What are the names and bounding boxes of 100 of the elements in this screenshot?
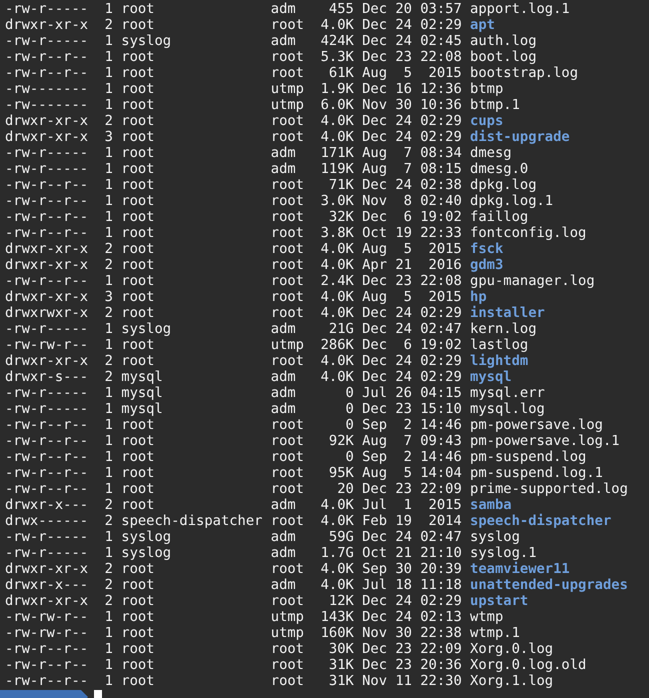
link-count-text: 1 bbox=[104, 625, 113, 641]
permissions-text: -rw-r--r-- bbox=[5, 641, 88, 657]
month-text: Oct bbox=[362, 225, 388, 241]
group-text: root bbox=[270, 17, 304, 33]
owner-text: syslog bbox=[121, 321, 172, 337]
size-text: 92K bbox=[328, 433, 354, 449]
group-text: root bbox=[270, 241, 304, 257]
file-name: syslog bbox=[470, 529, 520, 545]
link-count-text: 2 bbox=[104, 17, 113, 33]
time-text: 22:08 bbox=[420, 273, 462, 289]
size-text: 0 bbox=[344, 449, 354, 465]
owner-text: root bbox=[121, 641, 156, 657]
group-text: root bbox=[270, 113, 304, 129]
file-name: faillog bbox=[470, 209, 528, 225]
time-text: 02:29 bbox=[420, 353, 462, 369]
time-text: 22:09 bbox=[420, 481, 462, 497]
directory-name: cups bbox=[470, 113, 504, 129]
owner-text: root bbox=[121, 465, 156, 481]
group-text: adm bbox=[270, 385, 297, 401]
group-text: adm bbox=[270, 161, 297, 177]
owner-text: root bbox=[121, 625, 156, 641]
day-text: 23 bbox=[395, 401, 412, 417]
permissions-text: -rw------- bbox=[5, 81, 88, 97]
group-text: adm bbox=[270, 497, 297, 513]
size-text: 171K bbox=[320, 145, 354, 161]
size-text: 21G bbox=[328, 321, 354, 337]
day-text: 23 bbox=[395, 641, 412, 657]
month-text: Jul bbox=[362, 577, 388, 593]
month-text: Dec bbox=[362, 593, 388, 609]
group-text: root bbox=[270, 193, 304, 209]
file-name: btmp.1 bbox=[470, 97, 520, 113]
day-text: 30 bbox=[395, 625, 412, 641]
file-name: boot.log bbox=[470, 49, 536, 65]
file-name: dmesg.0 bbox=[470, 161, 528, 177]
owner-text: root bbox=[121, 289, 156, 305]
file-name: dpkg.log bbox=[470, 177, 536, 193]
owner-text: root bbox=[121, 129, 156, 145]
month-text: Oct bbox=[362, 545, 388, 561]
permissions-text: drwxr-xr-x bbox=[5, 17, 88, 33]
owner-text: root bbox=[121, 657, 156, 673]
size-text: 286K bbox=[320, 337, 354, 353]
owner-text: root bbox=[121, 81, 156, 97]
day-text: 30 bbox=[395, 97, 412, 113]
day-text: 5 bbox=[402, 465, 412, 481]
size-text: 12K bbox=[328, 593, 354, 609]
group-text: root bbox=[270, 593, 304, 609]
day-text: 7 bbox=[402, 161, 412, 177]
group-text: root bbox=[270, 129, 304, 145]
size-text: 4.0K bbox=[320, 497, 354, 513]
day-text: 23 bbox=[395, 481, 412, 497]
link-count-text: 2 bbox=[104, 241, 113, 257]
time-text: 2015 bbox=[428, 289, 462, 305]
month-text: Dec bbox=[362, 401, 388, 417]
owner-text: root bbox=[121, 241, 156, 257]
month-text: Dec bbox=[362, 321, 388, 337]
size-text: 4.0K bbox=[320, 305, 354, 321]
link-count-text: 1 bbox=[104, 81, 113, 97]
month-text: Dec bbox=[362, 529, 388, 545]
owner-text: root bbox=[121, 561, 156, 577]
file-name: bootstrap.log bbox=[470, 65, 578, 81]
day-text: 19 bbox=[395, 513, 412, 529]
group-text: adm bbox=[270, 401, 297, 417]
link-count-text: 2 bbox=[104, 305, 113, 321]
owner-text: root bbox=[121, 609, 156, 625]
file-name: dpkg.log.1 bbox=[470, 193, 554, 209]
time-text: 08:15 bbox=[420, 161, 462, 177]
permissions-text: -rw-r--r-- bbox=[5, 433, 88, 449]
time-text: 19:02 bbox=[420, 337, 462, 353]
month-text: Aug bbox=[362, 433, 388, 449]
link-count-text: 2 bbox=[104, 113, 113, 129]
directory-name: gdm3 bbox=[470, 257, 504, 273]
time-text: 08:34 bbox=[420, 145, 462, 161]
day-text: 24 bbox=[395, 321, 412, 337]
day-text: 30 bbox=[395, 561, 412, 577]
time-text: 22:33 bbox=[420, 225, 462, 241]
day-text: 24 bbox=[395, 177, 412, 193]
permissions-text: -rw-r--r-- bbox=[5, 481, 88, 497]
link-count-text: 1 bbox=[104, 177, 113, 193]
group-text: utmp bbox=[270, 97, 304, 113]
day-text: 24 bbox=[395, 529, 412, 545]
file-name: kern.log bbox=[470, 321, 536, 337]
time-text: 02:29 bbox=[420, 369, 462, 385]
size-text: 31K bbox=[328, 673, 354, 689]
file-name: Xorg.1.log bbox=[470, 673, 554, 689]
permissions-text: -rw-r--r-- bbox=[5, 177, 88, 193]
time-text: 09:43 bbox=[420, 433, 462, 449]
size-text: 2.4K bbox=[320, 273, 354, 289]
time-text: 10:36 bbox=[420, 97, 462, 113]
owner-text: root bbox=[121, 193, 156, 209]
file-name: fontconfig.log bbox=[470, 225, 586, 241]
permissions-text: drwxr-xr-x bbox=[5, 353, 88, 369]
owner-text: mysql bbox=[121, 401, 164, 417]
day-text: 5 bbox=[402, 241, 412, 257]
permissions-text: -rw-r----- bbox=[5, 33, 88, 49]
link-count-text: 1 bbox=[104, 545, 113, 561]
permissions-text: drwxr-x--- bbox=[5, 497, 88, 513]
file-name: pm-suspend.log.1 bbox=[470, 465, 603, 481]
month-text: Sep bbox=[362, 449, 388, 465]
size-text: 4.0K bbox=[320, 353, 354, 369]
owner-text: root bbox=[121, 417, 156, 433]
